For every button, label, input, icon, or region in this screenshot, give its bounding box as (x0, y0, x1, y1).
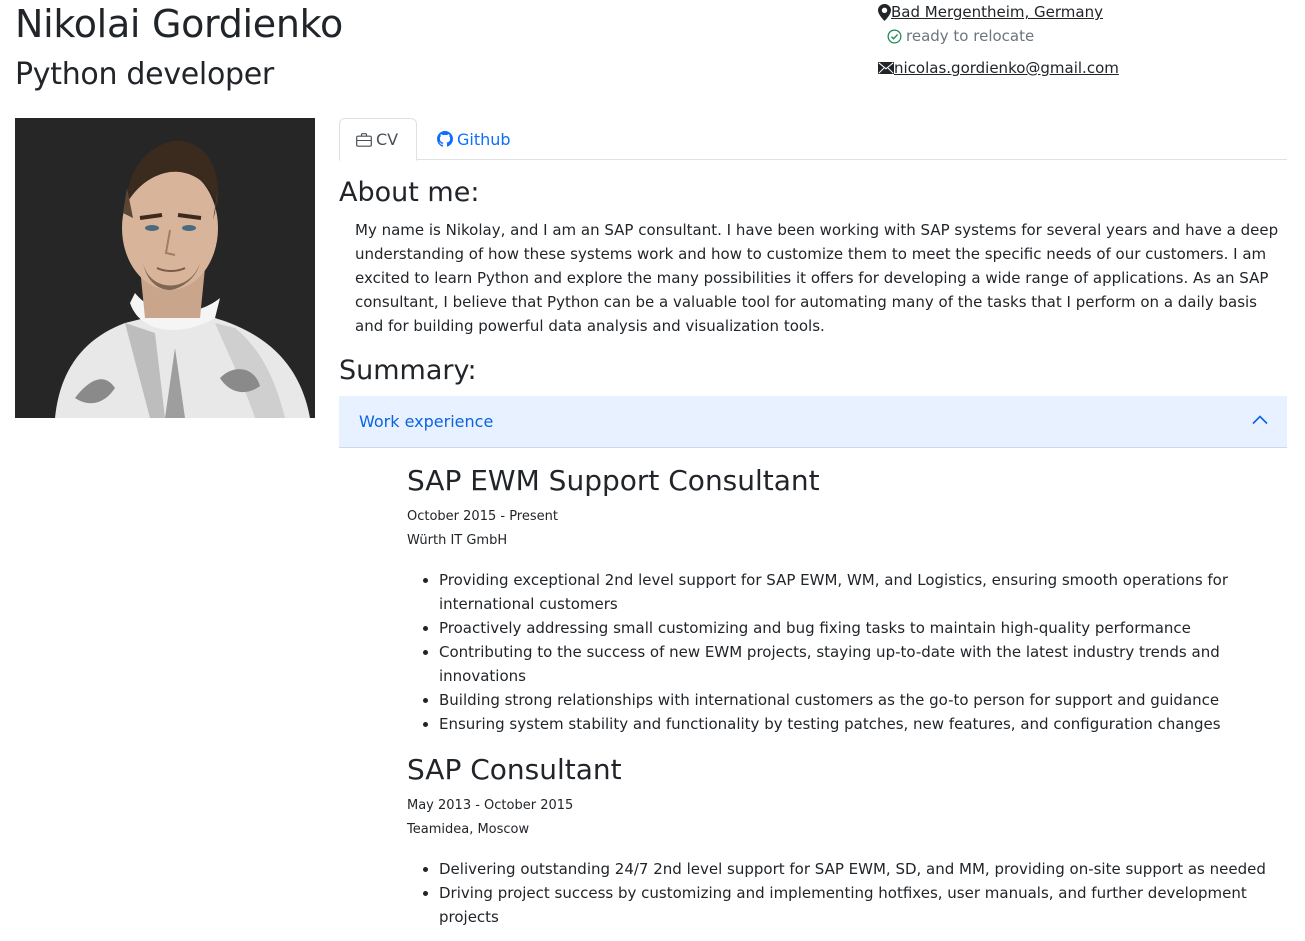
job-bullets: Providing exceptional 2nd level support … (407, 568, 1267, 736)
job-company: Würth IT GmbH (407, 533, 508, 548)
tab-bar: CV Github (339, 118, 1287, 161)
accordion-label: Work experience (359, 412, 494, 431)
about-text: My name is Nikolay, and I am an SAP cons… (355, 221, 1279, 335)
job-entry: SAP Consultant May 2013 - October 2015 T… (407, 753, 1267, 929)
about-heading: About me: (339, 177, 480, 208)
person-name: Nikolai Gordienko (15, 2, 343, 46)
chevron-up-icon (1251, 411, 1269, 429)
github-icon (437, 131, 453, 147)
check-circle-icon (887, 29, 902, 44)
job-bullet: Contributing to the success of new EWM p… (439, 640, 1267, 688)
job-bullet: Proactively addressing small customizing… (439, 616, 1267, 640)
relocate-text: ready to relocate (906, 27, 1035, 45)
tab-cv[interactable]: CV (339, 118, 417, 161)
cv-page: Nikolai Gordienko Python developer Bad M… (0, 0, 1305, 941)
job-title: SAP Consultant (407, 753, 622, 786)
job-bullet: Providing exceptional 2nd level support … (439, 568, 1267, 616)
location-text[interactable]: Bad Mergentheim, Germany (891, 0, 1103, 24)
tab-github[interactable]: Github (421, 118, 527, 160)
profile-photo (15, 118, 315, 418)
job-company: Teamidea, Moscow (407, 822, 530, 837)
job-entry: SAP EWM Support Consultant October 2015 … (407, 464, 1267, 736)
email-link[interactable]: nicolas.gordienko@gmail.com (878, 56, 1119, 80)
work-experience-accordion-toggle[interactable]: Work experience (339, 396, 1287, 448)
person-role: Python developer (15, 57, 274, 92)
job-title: SAP EWM Support Consultant (407, 464, 820, 497)
job-period: May 2013 - October 2015 (407, 798, 574, 813)
job-bullet: Driving project success by customizing a… (439, 881, 1267, 929)
job-bullet: Ensuring system stability and functional… (439, 712, 1267, 736)
relocate-status: ready to relocate (887, 24, 1034, 48)
tab-cv-label: CV (376, 130, 399, 149)
job-period: October 2015 - Present (407, 509, 558, 524)
location-link[interactable]: Bad Mergentheim, Germany (878, 0, 1103, 24)
map-pin-icon (878, 3, 891, 21)
job-bullet: Delivering outstanding 24/7 2nd level su… (439, 857, 1267, 881)
job-bullet: Building strong relationships with inter… (439, 688, 1267, 712)
envelope-icon (878, 62, 894, 74)
job-bullets: Delivering outstanding 24/7 2nd level su… (407, 857, 1267, 929)
summary-heading: Summary: (339, 355, 477, 386)
email-text[interactable]: nicolas.gordienko@gmail.com (894, 56, 1119, 80)
tab-github-label: Github (457, 129, 511, 149)
briefcase-icon (356, 132, 372, 147)
